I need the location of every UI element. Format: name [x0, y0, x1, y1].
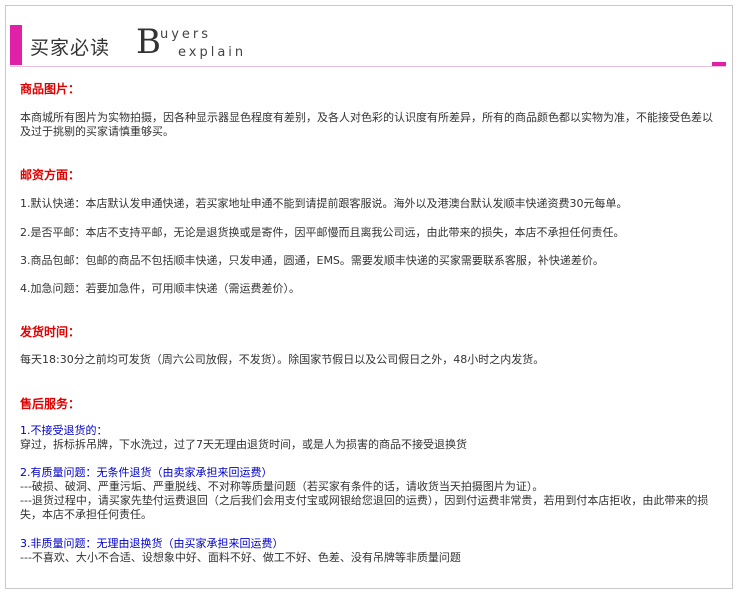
- section-title-aftersale: 售后服务：: [20, 397, 81, 411]
- pink-accent-bar: [10, 25, 22, 65]
- aftersale-item1-title: 1.不接受退货的：: [20, 424, 108, 437]
- postage-item-2: 2.是否平邮：本店不支持平邮，无论是退货换或是寄件，因平邮慢而且离我公司远，由此…: [20, 226, 625, 239]
- header-divider: [10, 66, 726, 67]
- aftersale-item3-title: 3.非质量问题：无理由退换货（由买家承担来回运费）: [20, 537, 284, 550]
- aftersale-item2-line1: ---破损、破洞、严重污垢、严重脱线、不对称等质量问题（若买家有条件的话，请收货…: [20, 480, 544, 493]
- buyers-explain-header: 买家必读 B uyers explain: [10, 22, 726, 69]
- section-title-shipping: 发货时间：: [20, 325, 81, 339]
- header-divider-accent: [712, 62, 726, 66]
- aftersale-item1-text: 穿过，拆标拆吊牌，下水洗过，过了7天无理由退货时间，或是人为损害的商品不接受退换…: [20, 438, 467, 451]
- header-title-cn: 买家必读: [30, 37, 111, 59]
- section-title-images: 商品图片：: [20, 82, 81, 96]
- aftersale-item2-line2: ---退货过程中，请买家先垫付运费退回（之后我们会用支付宝或网银给您退回的运费）…: [20, 494, 709, 521]
- section-title-postage: 邮资方面：: [20, 168, 81, 182]
- header-big-letter: B: [136, 22, 161, 62]
- header-en-line1: uyers: [160, 27, 212, 42]
- postage-item-4: 4.加急问题：若要加急件，可用顺丰快递（需运费差价）。: [20, 282, 300, 295]
- images-text: 本商城所有图片为实物拍摄，因各种显示器显色程度有差别，及各人对色彩的认识度有所差…: [20, 111, 713, 138]
- aftersale-item2-title: 2.有质量问题：无条件退货（由卖家承担来回运费）: [20, 466, 273, 479]
- shipping-text: 每天18:30分之前均可发货（周六公司放假，不发货）。除国家节假日以及公司假日之…: [20, 353, 545, 366]
- postage-item-1: 1.默认快递：本店默认发申通快递，若买家地址申通不能到请提前跟客服说。海外以及港…: [20, 197, 628, 210]
- header-en-line2: explain: [178, 45, 247, 60]
- postage-item-3: 3.商品包邮：包邮的商品不包括顺丰快递，只发申通，圆通，EMS。需要发顺丰快递的…: [20, 254, 604, 267]
- aftersale-item3-line1: ---不喜欢、大小不合适、设想象中好、面料不好、做工不好、色差、没有吊牌等非质量…: [20, 551, 461, 564]
